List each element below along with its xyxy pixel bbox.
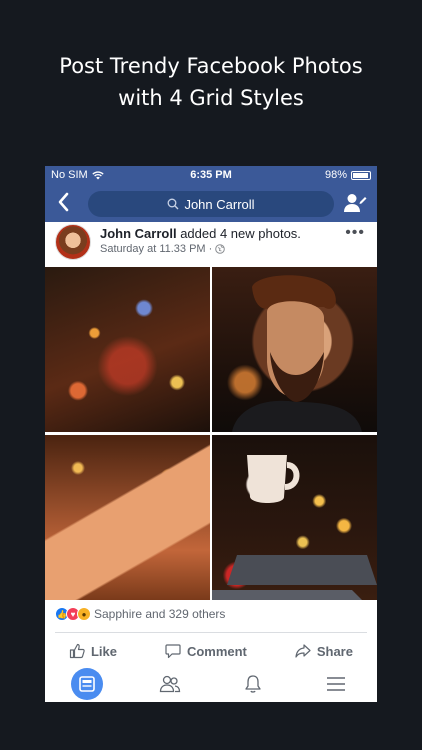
post-action-text: added 4 new photos. (180, 226, 301, 241)
comment-icon (165, 644, 181, 659)
globe-icon (215, 244, 226, 254)
news-feed-icon[interactable] (70, 668, 103, 700)
search-icon (168, 198, 179, 210)
avatar[interactable] (55, 224, 91, 260)
photo-grid (45, 267, 377, 600)
photo-bokeh-lights[interactable] (45, 267, 210, 432)
wow-icon: ● (77, 607, 91, 621)
friends-icon[interactable] (154, 668, 186, 700)
reactions-summary[interactable]: 👍 ♥ ● Sapphire and 329 others (55, 607, 225, 621)
more-options-button[interactable]: ••• (345, 224, 365, 242)
promo-headline: Post Trendy Facebook Photos with 4 Grid … (0, 50, 422, 114)
post-author-line: John Carroll added 4 new photos. (100, 226, 301, 241)
tab-bar (45, 666, 377, 702)
phone-screen: No SIM 6:35 PM 98% John Carroll John Car… (45, 166, 377, 702)
status-bar: No SIM 6:35 PM 98% (45, 166, 377, 184)
notifications-icon[interactable] (237, 668, 269, 700)
post-actions: Like Comment Share (45, 639, 377, 663)
thumbs-up-icon (69, 643, 85, 659)
headline-line-1: Post Trendy Facebook Photos (59, 54, 363, 78)
post-timestamp[interactable]: Saturday at 11.33 PM · (100, 243, 212, 255)
search-input[interactable]: John Carroll (88, 191, 334, 217)
battery-percent: 98% (324, 169, 347, 181)
menu-icon[interactable] (320, 668, 352, 700)
headline-line-2: with 4 Grid Styles (118, 86, 304, 110)
chevron-left-icon[interactable] (57, 192, 69, 216)
like-label: Like (90, 643, 117, 659)
comment-button[interactable]: Comment (165, 643, 247, 659)
photo-man-portrait[interactable] (212, 267, 377, 432)
author-name[interactable]: John Carroll (100, 226, 177, 241)
like-button[interactable]: Like (69, 643, 117, 659)
battery-icon (351, 170, 371, 180)
photo-laptop-closeup[interactable] (45, 435, 210, 600)
post-header: John Carroll added 4 new photos. Saturda… (45, 222, 377, 267)
share-icon (295, 644, 311, 658)
nav-bar: John Carroll (45, 184, 377, 222)
post-meta: Saturday at 11.33 PM · (100, 243, 226, 255)
edit-friend-icon[interactable] (343, 192, 367, 214)
comment-label: Comment (186, 643, 247, 659)
divider (55, 632, 367, 633)
reactions-text: Sapphire and 329 others (94, 607, 226, 621)
share-label: Share (316, 643, 353, 659)
search-text: John Carroll (184, 196, 255, 212)
photo-mug-with-bokeh[interactable] (212, 435, 377, 600)
share-button[interactable]: Share (295, 643, 353, 659)
